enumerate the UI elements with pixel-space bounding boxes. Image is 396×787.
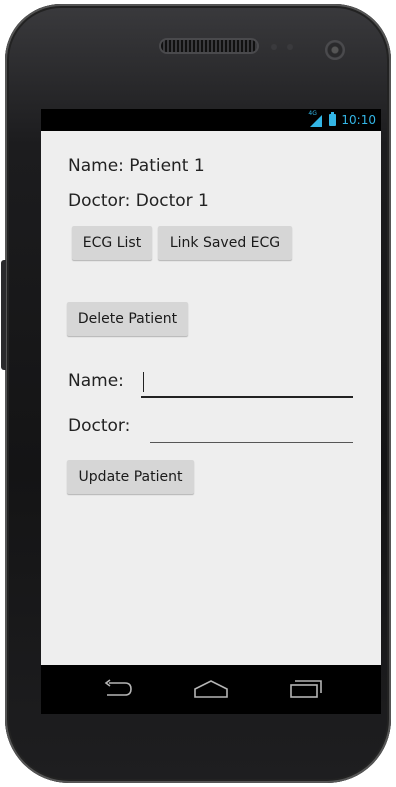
- app-content: Name: Patient 1 Doctor: Doctor 1 ECG Lis…: [41, 131, 381, 665]
- name-field-label: Name:: [68, 371, 124, 391]
- text-cursor: [143, 372, 144, 392]
- status-icons: 4G 10:10: [308, 110, 376, 128]
- update-patient-button[interactable]: Update Patient: [67, 460, 194, 494]
- recent-apps-icon[interactable]: [285, 677, 325, 701]
- delete-patient-button[interactable]: Delete Patient: [67, 302, 188, 336]
- light-sensor: [287, 44, 293, 50]
- status-time: 10:10: [341, 113, 376, 127]
- screen: 4G 10:10 Name: Patient 1 Doctor: Doctor …: [41, 109, 381, 714]
- earpiece-speaker: [161, 40, 257, 52]
- patient-name-text: Name: Patient 1: [68, 156, 205, 176]
- status-bar: 4G 10:10: [41, 109, 381, 131]
- navigation-bar: [41, 665, 381, 714]
- volume-button: [1, 260, 6, 370]
- signal-icon: 4G: [308, 110, 324, 127]
- phone-frame: 4G 10:10 Name: Patient 1 Doctor: Doctor …: [1, 4, 391, 783]
- name-input[interactable]: [141, 368, 353, 398]
- home-icon[interactable]: [191, 677, 231, 701]
- doctor-input[interactable]: [150, 413, 353, 443]
- front-camera: [325, 40, 345, 60]
- proximity-sensor: [271, 44, 277, 50]
- back-icon[interactable]: [97, 677, 137, 701]
- patient-doctor-text: Doctor: Doctor 1: [68, 191, 209, 211]
- doctor-field-label: Doctor:: [68, 416, 131, 436]
- link-saved-ecg-button[interactable]: Link Saved ECG: [158, 226, 292, 260]
- ecg-list-button[interactable]: ECG List: [72, 226, 152, 260]
- battery-icon: [329, 112, 337, 126]
